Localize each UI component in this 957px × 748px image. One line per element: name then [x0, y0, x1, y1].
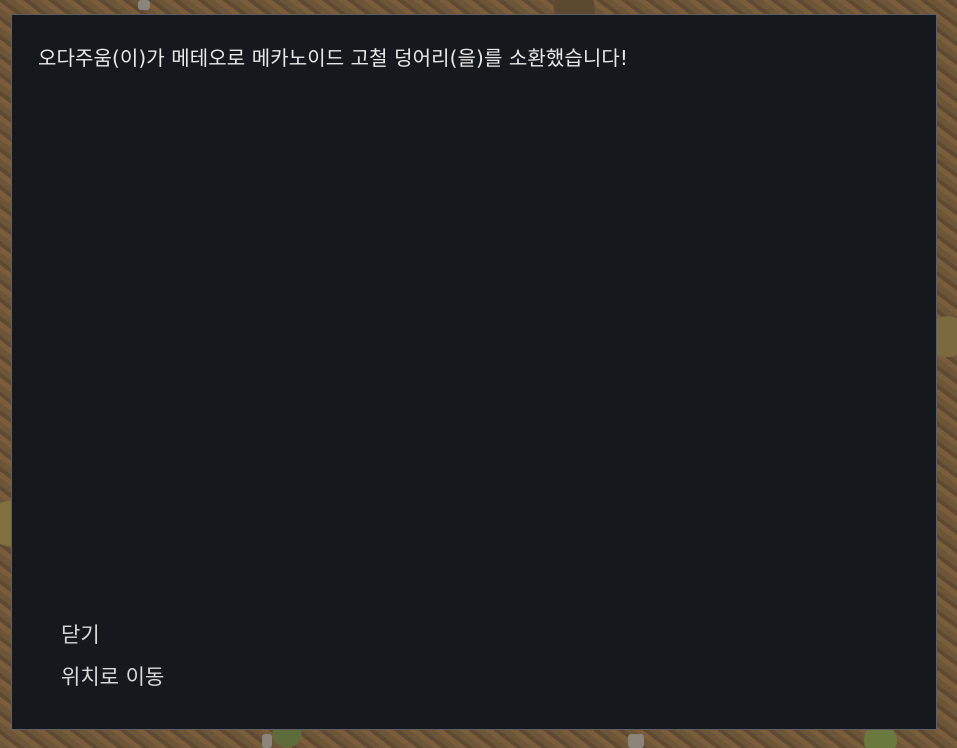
jump-to-location-option[interactable]: 위치로 이동 [61, 663, 164, 691]
map-rock [138, 0, 150, 10]
map-rock [628, 734, 644, 748]
dialog-options: 닫기 위치로 이동 [61, 621, 164, 705]
map-rock [262, 734, 272, 748]
dialog-message: 오다주움(이)가 메테오로 메카노이드 고철 덩어리(을)를 소환했습니다! [38, 46, 629, 70]
letter-dialog: 오다주움(이)가 메테오로 메카노이드 고철 덩어리(을)를 소환했습니다! 닫… [11, 14, 937, 730]
close-option[interactable]: 닫기 [61, 621, 164, 649]
